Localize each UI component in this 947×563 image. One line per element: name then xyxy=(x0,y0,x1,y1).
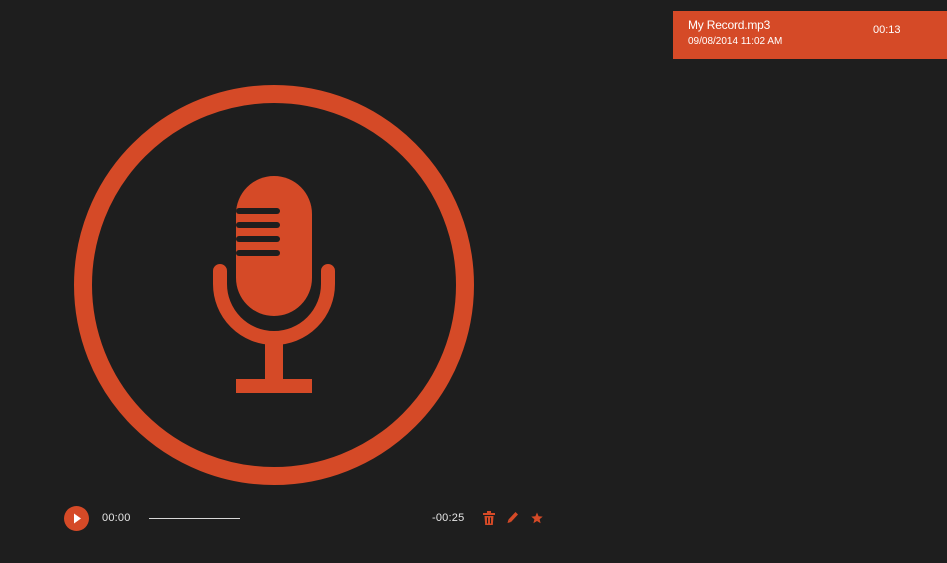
edit-button[interactable] xyxy=(506,510,520,526)
play-icon xyxy=(74,513,81,524)
current-time: 00:00 xyxy=(102,512,131,524)
remaining-time: -00:25 xyxy=(432,512,465,524)
progress-slider[interactable] xyxy=(149,518,240,519)
recording-date: 09/08/2014 11:02 AM xyxy=(688,36,783,47)
favorite-button[interactable] xyxy=(530,510,544,526)
voice-recorder-app: My Record.mp3 09/08/2014 11:02 AM 00:13 … xyxy=(0,0,947,563)
pencil-icon xyxy=(507,512,518,523)
play-button[interactable] xyxy=(64,506,89,531)
recording-duration: 00:13 xyxy=(873,24,901,36)
trash-icon xyxy=(483,511,495,525)
microphone-icon xyxy=(74,85,474,485)
delete-button[interactable] xyxy=(482,510,496,526)
record-button[interactable] xyxy=(65,76,483,494)
recording-name: My Record.mp3 xyxy=(688,18,771,32)
recording-list-item[interactable]: My Record.mp3 09/08/2014 11:02 AM 00:13 xyxy=(673,11,947,59)
star-icon xyxy=(531,512,543,524)
